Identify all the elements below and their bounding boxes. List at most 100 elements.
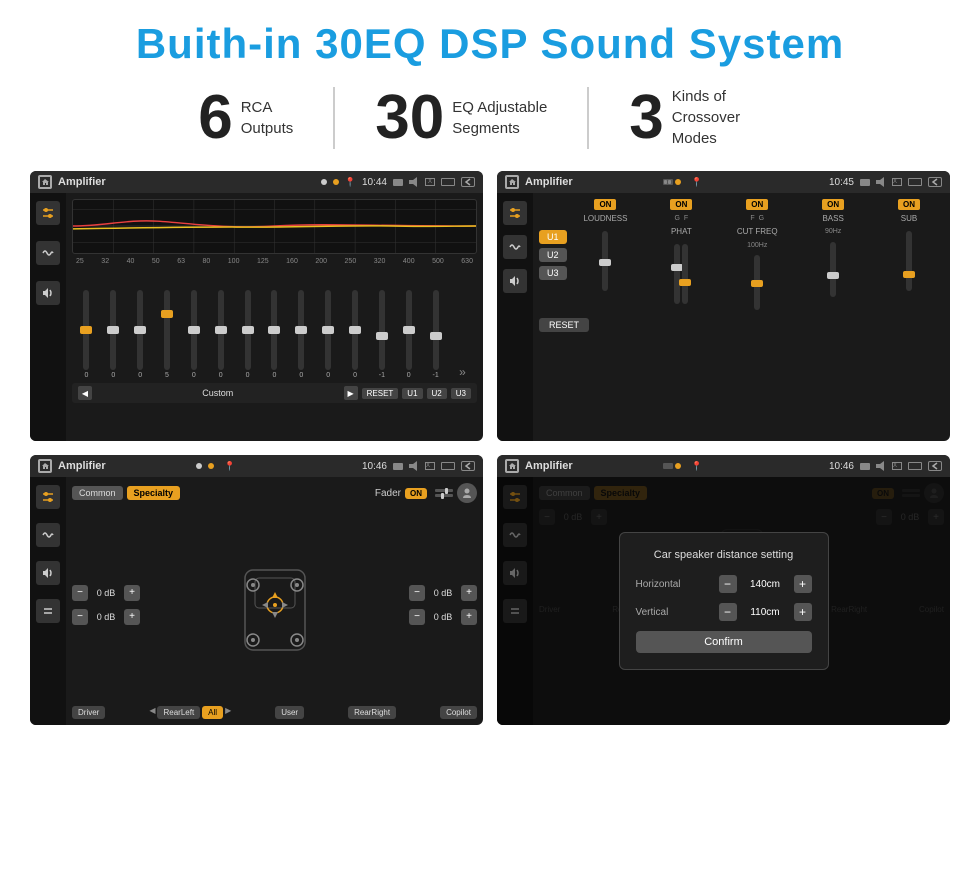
fader-sidebar [30,477,66,725]
eq-slider-10[interactable]: 0 [343,290,368,379]
vertical-minus-btn[interactable]: − [719,603,737,621]
vertical-plus-btn[interactable]: + [794,603,812,621]
screen4-title: Amplifier [525,460,657,472]
eq-slider-expand[interactable]: » [450,365,475,379]
back-icon-2[interactable] [928,177,942,187]
db3-plus[interactable]: + [461,585,477,601]
eq-u3-btn[interactable]: U3 [451,388,471,399]
eq-reset-btn[interactable]: RESET [362,388,399,399]
horizontal-value: 140cm [743,579,788,590]
loudness-slider[interactable] [602,231,608,291]
fader-expand-btn[interactable] [36,599,60,623]
home-icon-3[interactable] [38,459,52,473]
stat-desc-crossover: Kinds of Crossover Modes [672,86,782,149]
db2-minus[interactable]: − [72,609,88,625]
phat-slider-2[interactable] [682,244,688,304]
db4-plus[interactable]: + [461,609,477,625]
horizontal-plus-btn[interactable]: + [794,575,812,593]
eq-slider-13[interactable]: -1 [423,290,448,379]
specialty-btn[interactable]: Specialty [127,486,181,500]
eq-slider-5[interactable]: 0 [208,290,233,379]
rearright-btn[interactable]: RearRight [348,706,396,719]
fader-on-pill[interactable]: ON [405,488,427,499]
home-icon[interactable] [38,175,52,189]
cutfreq-label: CUT FREQ [737,227,778,236]
eq-slider-8[interactable]: 0 [289,290,314,379]
signal-icon-3: X [425,462,435,470]
eq-slider-11[interactable]: -1 [369,290,394,379]
db1-plus[interactable]: + [124,585,140,601]
stat-number-crossover: 3 [629,87,663,149]
screen-eq: Amplifier 📍 10:44 X [30,171,483,441]
eq-next-btn[interactable]: ▶ [344,386,358,400]
fader-center: − 0 dB + − 0 dB + [72,509,477,700]
profile-icon[interactable] [457,483,477,503]
fader-screen-content: Common Specialty Fader ON [30,477,483,725]
speaker-icon-2 [876,177,886,187]
amp-u3-btn[interactable]: U3 [539,266,567,280]
screen3-time: 10:46 [362,461,387,472]
cutfreq-slider[interactable] [754,255,760,310]
eq-prev-btn[interactable]: ◀ [78,386,92,400]
sub-on-badge[interactable]: ON [898,199,920,210]
all-btn[interactable]: All [202,706,223,719]
eq-wave-btn[interactable] [36,241,60,265]
eq-slider-1[interactable]: 0 [101,290,126,379]
amp-u2-btn[interactable]: U2 [539,248,567,262]
amp-filter-btn[interactable] [503,201,527,225]
eq-slider-4[interactable]: 0 [181,290,206,379]
eq-freq-labels: 25 32 40 50 63 80 100 125 160 200 250 32… [72,258,477,265]
home-icon-4[interactable] [505,459,519,473]
cutfreq-on-badge[interactable]: ON [746,199,768,210]
dialog-vertical-row: Vertical − 110cm + [636,603,812,621]
user-btn[interactable]: User [275,706,304,719]
phat-slider-1[interactable] [674,244,680,304]
sub-slider[interactable] [906,231,912,291]
back-icon[interactable] [461,177,475,187]
phat-label: PHAT [671,227,692,236]
rearleft-btn[interactable]: RearLeft [157,706,200,719]
amp-speaker-btn[interactable] [503,269,527,293]
eq-slider-7[interactable]: 0 [262,290,287,379]
common-btn[interactable]: Common [72,486,123,500]
page-wrapper: Buith-in 30EQ DSP Sound System 6 RCA Out… [0,0,980,881]
stat-desc-eq: EQ Adjustable Segments [452,97,547,139]
amp-sub: ON SUB [874,199,944,310]
db4-minus[interactable]: − [409,609,425,625]
eq-speaker-btn[interactable] [36,281,60,305]
db3-minus[interactable]: − [409,585,425,601]
amp-wave-btn[interactable] [503,235,527,259]
loudness-on-badge[interactable]: ON [594,199,616,210]
sub-label: SUB [901,214,917,223]
eq-u1-btn[interactable]: U1 [402,388,422,399]
fader-speaker-btn[interactable] [36,561,60,585]
copilot-btn[interactable]: Copilot [440,706,477,719]
eq-slider-9[interactable]: 0 [316,290,341,379]
fader-wave-btn[interactable] [36,523,60,547]
back-icon-3[interactable] [461,461,475,471]
back-icon-4[interactable] [928,461,942,471]
eq-slider-2[interactable]: 0 [128,290,153,379]
phat-on-badge[interactable]: ON [670,199,692,210]
screen3-status-bar: Amplifier 📍 10:46 X [30,455,483,477]
eq-u2-btn[interactable]: U2 [427,388,447,399]
screen2-title: Amplifier [525,176,657,188]
amp-reset-btn[interactable]: RESET [539,318,589,332]
fader-filter-btn[interactable] [36,485,60,509]
eq-slider-0[interactable]: 0 [74,290,99,379]
confirm-button[interactable]: Confirm [636,631,812,653]
eq-slider-12[interactable]: 0 [396,290,421,379]
eq-slider-3[interactable]: 5 [155,290,180,379]
eq-filter-btn[interactable] [36,201,60,225]
driver-btn[interactable]: Driver [72,706,105,719]
db1-minus[interactable]: − [72,585,88,601]
db2-plus[interactable]: + [124,609,140,625]
screen-distance: Amplifier 📍 10:46 X [497,455,950,725]
bass-on-badge[interactable]: ON [822,199,844,210]
eq-slider-6[interactable]: 0 [235,290,260,379]
home-icon-2[interactable] [505,175,519,189]
horizontal-minus-btn[interactable]: − [719,575,737,593]
bass-slider[interactable] [830,242,836,297]
dialog-horizontal-row: Horizontal − 140cm + [636,575,812,593]
amp-u1-btn[interactable]: U1 [539,230,567,244]
